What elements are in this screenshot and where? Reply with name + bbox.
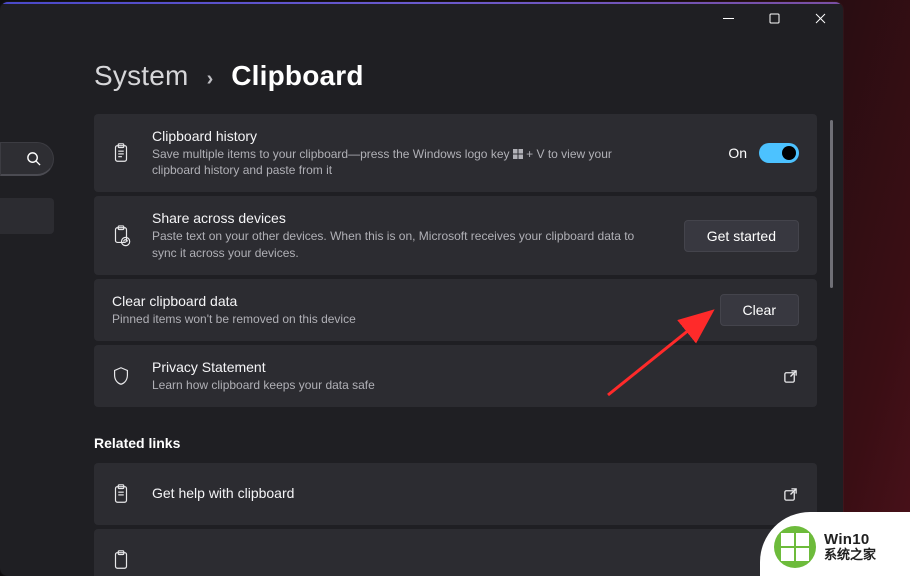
clipboard-help-icon (108, 481, 134, 507)
breadcrumb-system[interactable]: System (94, 60, 189, 92)
close-button[interactable] (797, 2, 843, 34)
search-input[interactable] (0, 142, 54, 176)
external-link-icon (781, 367, 799, 385)
card-text: Clipboard history Save multiple items to… (152, 128, 710, 178)
sidebar-item-selected[interactable] (0, 198, 54, 234)
card-text: Get help with clipboard (152, 485, 763, 503)
watermark-badge (774, 526, 816, 568)
card-description: Pinned items won't be removed on this de… (112, 311, 612, 327)
card-text: Privacy Statement Learn how clipboard ke… (152, 359, 763, 393)
settings-cards: Clipboard history Save multiple items to… (94, 114, 817, 407)
watermark-line1: Win10 (824, 531, 876, 548)
card-title: Clipboard history (152, 128, 710, 144)
chevron-right-icon: › (207, 68, 214, 91)
related-links-heading: Related links (94, 435, 833, 451)
card-share-across-devices[interactable]: Share across devices Paste text on your … (94, 196, 817, 274)
page-title: Clipboard (231, 60, 363, 92)
clipboard-icon (108, 547, 134, 573)
search-icon (26, 151, 41, 166)
watermark-text: Win10 系统之家 (824, 531, 876, 563)
get-started-button[interactable]: Get started (684, 220, 799, 252)
desc-pre: Save multiple items to your clipboard—pr… (152, 147, 513, 161)
card-get-help[interactable]: Get help with clipboard (94, 463, 817, 525)
left-rail (0, 142, 54, 234)
card-description: Learn how clipboard keeps your data safe (152, 377, 652, 393)
watermark: Win10 系统之家 (760, 512, 910, 576)
watermark-line2: 系统之家 (824, 548, 876, 563)
vertical-scrollbar[interactable] (830, 120, 833, 288)
card-title: Privacy Statement (152, 359, 763, 375)
card-title: Clear clipboard data (112, 293, 702, 309)
toggle-state-label: On (728, 145, 747, 161)
card-privacy-statement[interactable]: Privacy Statement Learn how clipboard ke… (94, 345, 817, 407)
clipboard-history-toggle[interactable] (759, 143, 799, 163)
card-clear-clipboard: Clear clipboard data Pinned items won't … (94, 279, 817, 341)
card-title: Share across devices (152, 210, 666, 226)
related-cards: Get help with clipboard (94, 463, 817, 576)
share-devices-icon (108, 223, 134, 249)
minimize-button[interactable] (705, 2, 751, 34)
card-description: Save multiple items to your clipboard—pr… (152, 146, 652, 178)
card-related-extra[interactable] (94, 529, 817, 576)
windows-key-icon (513, 147, 523, 157)
toggle-group: On (728, 143, 799, 163)
maximize-button[interactable] (751, 2, 797, 34)
window-titlebar (705, 2, 843, 34)
clear-button[interactable]: Clear (720, 294, 799, 326)
maximize-icon (769, 13, 780, 24)
clipboard-history-icon (108, 140, 134, 166)
toggle-knob (782, 146, 796, 160)
settings-window: System › Clipboard Clipboard history Sav… (0, 2, 843, 576)
card-description: Paste text on your other devices. When t… (152, 228, 652, 260)
breadcrumb: System › Clipboard (94, 60, 833, 92)
windows-logo-icon (781, 533, 809, 561)
shield-icon (108, 363, 134, 389)
card-title: Get help with clipboard (152, 485, 763, 501)
card-text: Share across devices Paste text on your … (152, 210, 666, 260)
minimize-icon (723, 13, 734, 24)
close-icon (815, 13, 826, 24)
card-text: Clear clipboard data Pinned items won't … (112, 293, 702, 327)
card-clipboard-history[interactable]: Clipboard history Save multiple items to… (94, 114, 817, 192)
content-area: System › Clipboard Clipboard history Sav… (94, 60, 833, 576)
external-link-icon (781, 485, 799, 503)
